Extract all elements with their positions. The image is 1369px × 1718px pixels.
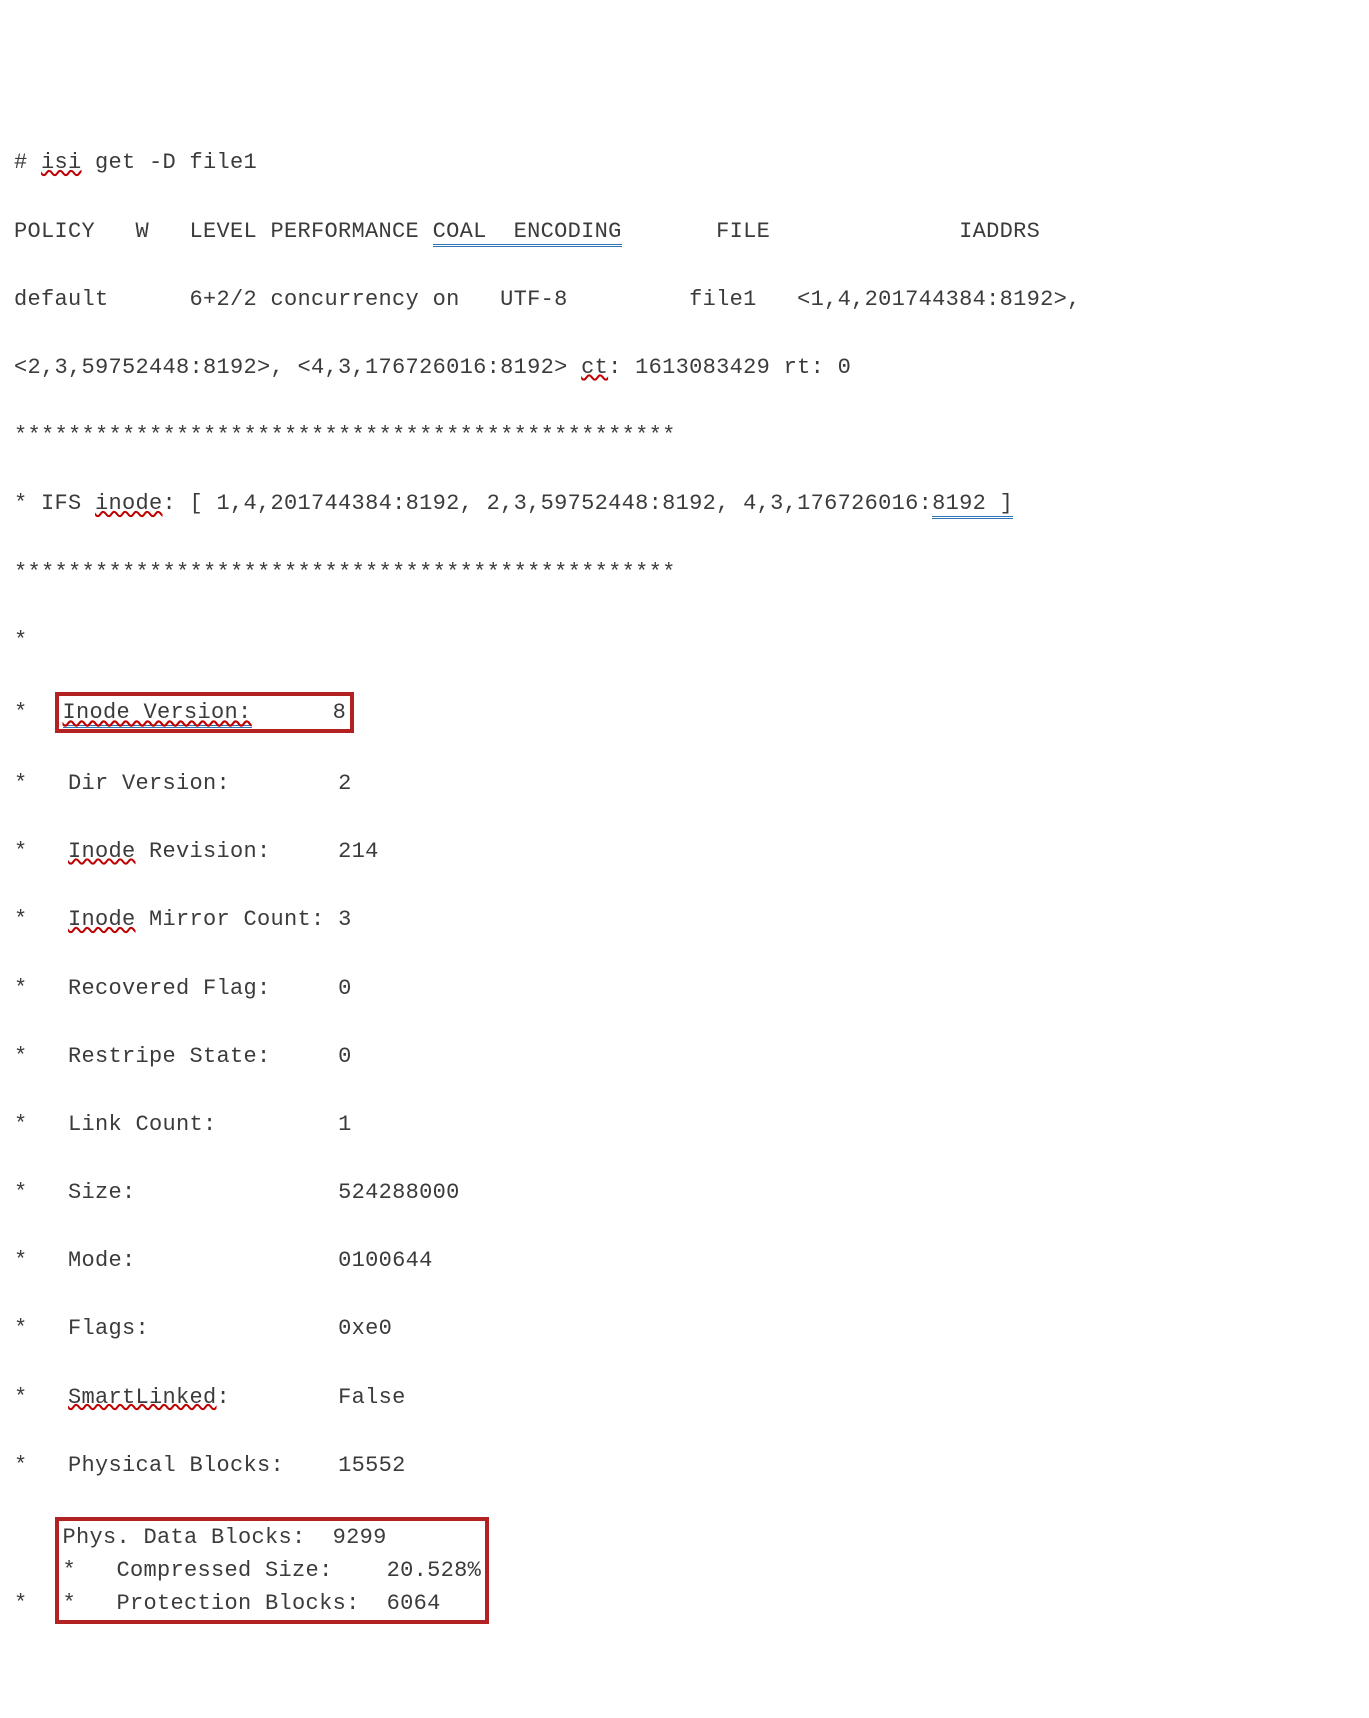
link-value: 1 — [338, 1112, 352, 1137]
mode-value: 0100644 — [338, 1248, 433, 1273]
inode-version-row: * Inode Version: 8 — [14, 692, 1355, 733]
hdr-file: FILE IADDRS — [622, 219, 1041, 244]
row1-text: default 6+2/2 concurrency on UTF-8 file1… — [14, 287, 1081, 312]
restripe-value: 0 — [338, 1044, 352, 1069]
inode-mirror-row: * Inode Mirror Count: 3 — [14, 903, 1355, 937]
compsize-label: Compressed Size: — [117, 1558, 333, 1583]
inode-rev-a: Inode — [68, 839, 136, 864]
hdr-coal-encoding: COAL ENCODING — [433, 219, 622, 247]
physblocks-label: Physical Blocks: — [68, 1453, 284, 1478]
header-row: POLICY W LEVEL PERFORMANCE COAL ENCODING… — [14, 215, 1355, 249]
data-row-2: <2,3,59752448:8192>, <4,3,176726016:8192… — [14, 351, 1355, 385]
stars-1: ****************************************… — [14, 419, 1355, 453]
lower-red-box: Phys. Data Blocks: 9299 * Compressed Siz… — [55, 1517, 490, 1624]
restripe-label: Restripe State: — [68, 1044, 271, 1069]
ifs-inode-row: * IFS inode: [ 1,4,201744384:8192, 2,3,5… — [14, 487, 1355, 521]
cmd-rest: get -D file1 — [82, 150, 258, 175]
flags-row: * Flags: 0xe0 — [14, 1312, 1355, 1346]
smartlinked-row: * SmartLinked: False — [14, 1381, 1355, 1415]
mirror-value: 3 — [338, 907, 352, 932]
restripe-row: * Restripe State: 0 — [14, 1040, 1355, 1074]
inode-version-value: 8 — [333, 700, 347, 725]
inode-rev-value: 214 — [338, 839, 379, 864]
physdata-label: Phys. Data Blocks: — [63, 1525, 306, 1550]
mirror-b: Mirror Count: — [136, 907, 325, 932]
dir-version-row: * Dir Version: 2 — [14, 767, 1355, 801]
lonestar: * — [14, 624, 1355, 658]
flags-value: 0xe0 — [338, 1316, 392, 1341]
link-row: * Link Count: 1 — [14, 1108, 1355, 1142]
inode-revision-row: * Inode Revision: 214 — [14, 835, 1355, 869]
ifs-a: * IFS — [14, 491, 95, 516]
ifs-c: 8192 ] — [932, 491, 1013, 519]
flags-label: Flags: — [68, 1316, 149, 1341]
row2-a: <2,3,59752448:8192>, <4,3,176726016:8192… — [14, 355, 581, 380]
dir-version-value: 2 — [338, 771, 352, 796]
physblocks-row: * Physical Blocks: 15552 — [14, 1449, 1355, 1483]
recovered-value: 0 — [338, 976, 352, 1001]
smartlinked-value: False — [338, 1385, 406, 1410]
stars-2: ****************************************… — [14, 556, 1355, 590]
physblocks-value: 15552 — [338, 1453, 406, 1478]
prompt-hash: # — [14, 150, 41, 175]
data-row-1: default 6+2/2 concurrency on UTF-8 file1… — [14, 283, 1355, 317]
size-label: Size: — [68, 1180, 136, 1205]
compsize-value: 20.528% — [387, 1558, 482, 1583]
command-line: # isi get -D file1 — [14, 146, 1355, 180]
mode-label: Mode: — [68, 1248, 136, 1273]
row2-b: : 1613083429 rt: 0 — [608, 355, 851, 380]
inode-version-label: Inode Version: — [63, 700, 252, 728]
mode-row: * Mode: 0100644 — [14, 1244, 1355, 1278]
protblocks-label: Protection Blocks: — [117, 1591, 360, 1616]
inode-rev-b: Revision: — [136, 839, 271, 864]
protblocks-value: 6064 — [387, 1591, 441, 1616]
mirror-a: Inode — [68, 907, 136, 932]
size-value: 524288000 — [338, 1180, 460, 1205]
lower-box-rows: * Phys. Data Blocks: 9299 * Compressed S… — [14, 1517, 1355, 1624]
smartlinked-label: SmartLinked — [68, 1385, 217, 1410]
link-label: Link Count: — [68, 1112, 217, 1137]
inode-version-box: Inode Version: 8 — [55, 692, 355, 733]
dir-version-label: Dir Version: — [68, 771, 230, 796]
recovered-row: * Recovered Flag: 0 — [14, 972, 1355, 1006]
physdata-value: 9299 — [333, 1525, 387, 1550]
row2-ct: ct — [581, 355, 608, 380]
smartlinked-colon: : — [217, 1385, 231, 1410]
size-row: * Size: 524288000 — [14, 1176, 1355, 1210]
ifs-b: : [ 1,4,201744384:8192, 2,3,59752448:819… — [163, 491, 933, 516]
recovered-label: Recovered Flag: — [68, 976, 271, 1001]
cmd-isi: isi — [41, 150, 82, 175]
ifs-inode: inode — [95, 491, 163, 516]
hdr-policy: POLICY W LEVEL PERFORMANCE — [14, 219, 433, 244]
